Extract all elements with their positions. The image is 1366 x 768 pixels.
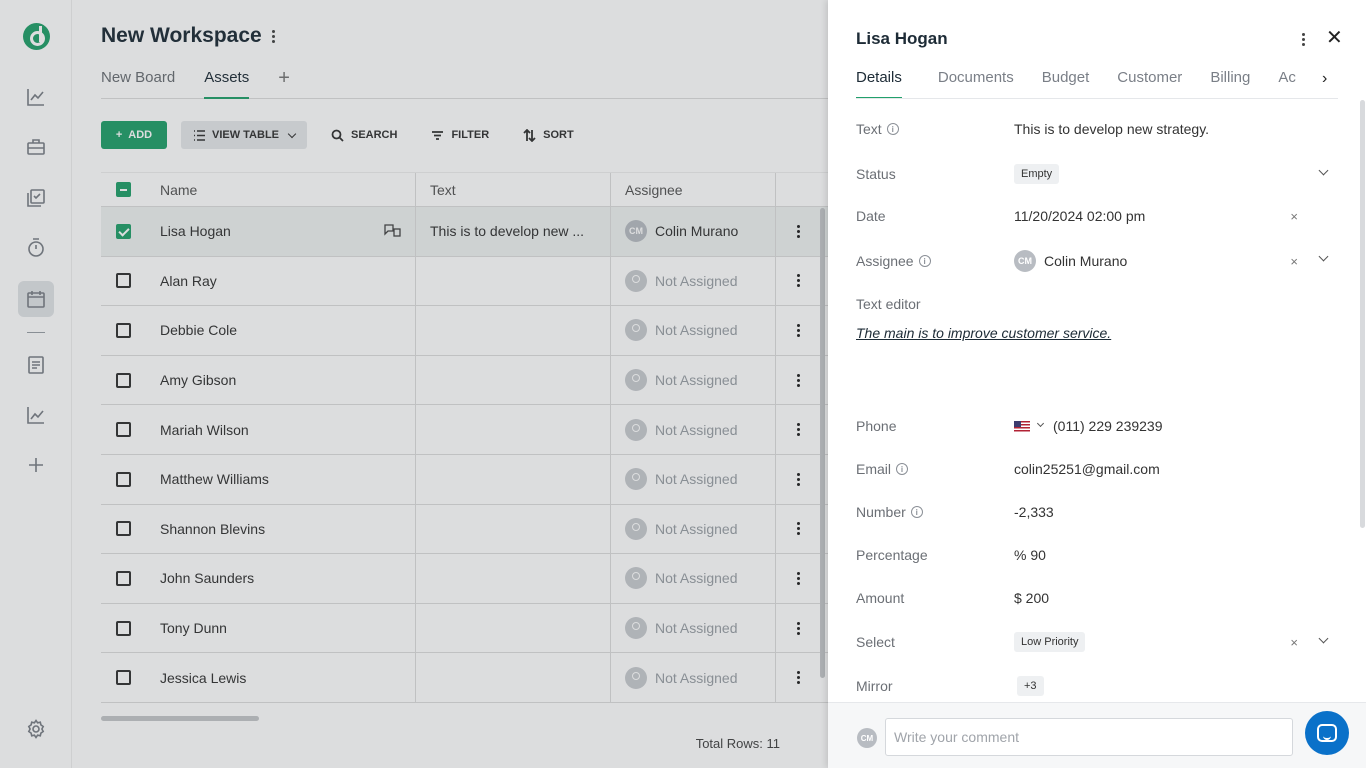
field-status: Status Empty [856,164,1336,184]
date-value[interactable]: 11/20/2024 02:00 pm [1014,208,1336,224]
select-badge[interactable]: Low Priority [1014,632,1086,652]
status-badge[interactable]: Empty [1014,164,1060,184]
field-date: Date 11/20/2024 02:00 pm × [856,208,1336,224]
field-text-editor: Text editor [856,296,1336,312]
clear-date-icon[interactable]: × [1290,209,1298,224]
chat-icon [1317,724,1337,742]
tab-customer[interactable]: Customer [1117,68,1182,99]
percentage-value[interactable]: % 90 [1014,547,1336,563]
mirror-count-badge[interactable]: +3 [1017,676,1044,696]
panel-title: Lisa Hogan [856,29,948,48]
chevron-down-icon[interactable] [1036,419,1045,428]
number-value[interactable]: -2,333 [1014,504,1336,520]
avatar: CM [1014,250,1036,272]
info-icon[interactable]: i [886,123,899,135]
field-label: Status [856,166,896,182]
tab-documents[interactable]: Documents [938,68,1014,99]
field-phone: Phone (011) 229 239239 [856,418,1336,434]
field-select: Select Low Priority × [856,632,1336,652]
assignee-value[interactable]: Colin Murano [1044,253,1127,269]
field-mirror: Mirror +3 [856,676,1336,696]
email-value[interactable]: colin25251@gmail.com [1014,461,1336,477]
field-label: Date [856,208,886,224]
field-label: Email [856,461,892,477]
tab-budget[interactable]: Budget [1042,68,1090,99]
field-assignee: Assignee i CM Colin Murano × [856,250,1336,272]
field-label: Amount [856,590,905,606]
info-icon[interactable]: i [910,506,923,518]
field-text: Text i This is to develop new strategy. [856,121,1336,137]
clear-select-icon[interactable]: × [1290,635,1298,650]
text-editor-content[interactable]: The main is to improve customer service. [856,325,1111,341]
field-amount: Amount $ 200 [856,590,1336,606]
tab-more[interactable]: Ac [1278,68,1296,99]
field-label: Select [856,634,895,650]
tabs-divider [856,98,1338,99]
field-number: Number i -2,333 [856,504,1336,520]
chat-support-button[interactable] [1305,711,1349,755]
tabs-next-icon[interactable]: › [1322,70,1327,88]
panel-tabs: Details Documents Budget Customer Billin… [856,68,1336,99]
field-label: Number [856,504,906,520]
tab-details[interactable]: Details [856,68,902,99]
comment-input[interactable] [885,718,1293,756]
comment-bar: CM [828,702,1366,768]
item-detail-panel: Lisa Hogan ✕ Details Documents Budget Cu… [828,0,1366,768]
field-label: Assignee [856,253,914,269]
field-label: Mirror [856,678,893,694]
close-icon[interactable]: ✕ [1326,28,1343,48]
phone-value[interactable]: (011) 229 239239 [1053,418,1163,434]
field-text-value[interactable]: This is to develop new strategy. [1014,121,1336,137]
avatar: CM [857,728,877,748]
panel-menu-icon[interactable] [1302,33,1305,46]
us-flag-icon[interactable] [1014,420,1030,432]
info-icon[interactable]: i [896,463,909,475]
info-icon[interactable]: i [918,255,931,267]
field-label: Phone [856,418,897,434]
clear-assignee-icon[interactable]: × [1290,254,1298,269]
panel-scrollbar[interactable] [1360,100,1365,528]
field-label: Text [856,121,882,137]
field-label: Text editor [856,296,921,312]
modal-backdrop[interactable] [0,0,828,768]
field-email: Email i colin25251@gmail.com [856,461,1336,477]
field-percentage: Percentage % 90 [856,547,1336,563]
tab-billing[interactable]: Billing [1210,68,1250,99]
amount-value[interactable]: $ 200 [1014,590,1336,606]
field-label: Percentage [856,547,928,563]
